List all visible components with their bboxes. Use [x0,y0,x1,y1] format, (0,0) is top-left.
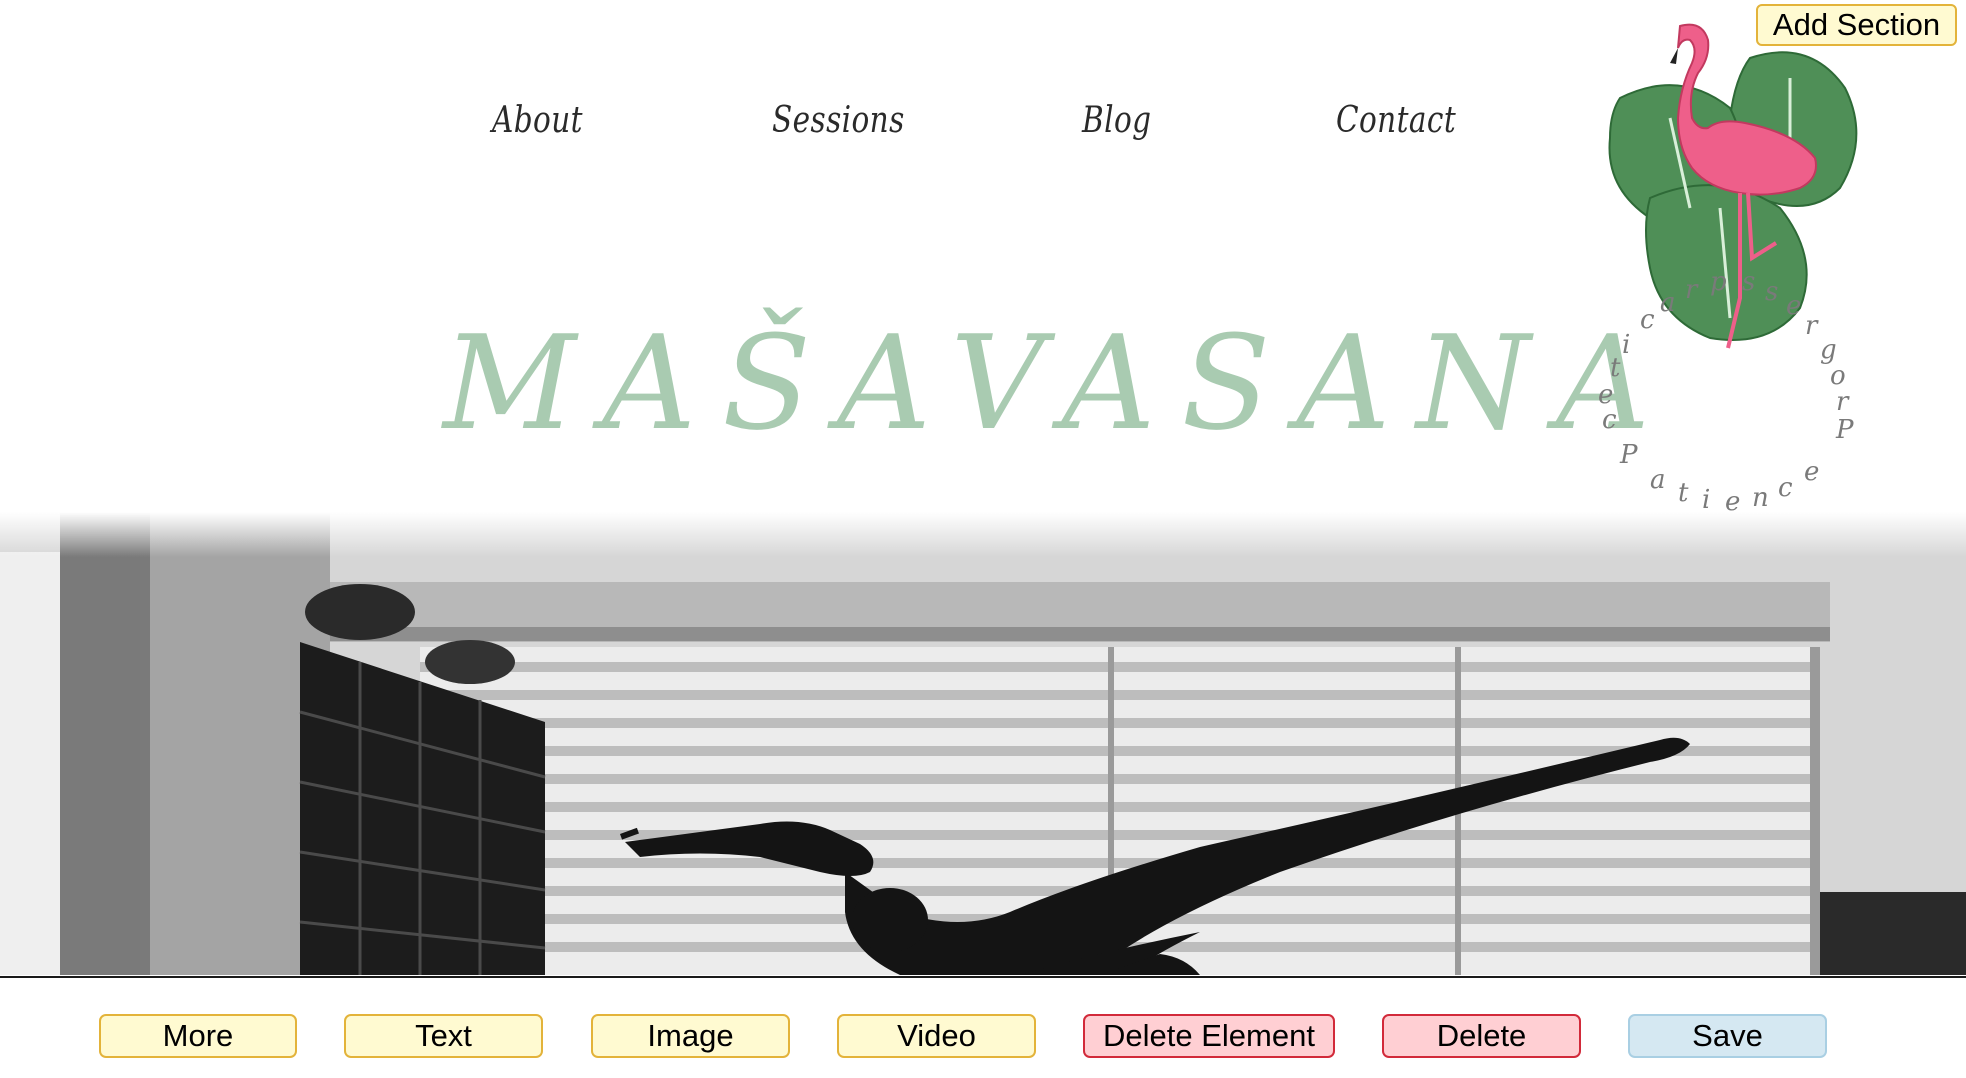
svg-text:i: i [1702,485,1710,515]
nav-link-blog[interactable]: Blog [1082,100,1151,141]
svg-text:s: s [1742,267,1755,297]
nav-link-contact[interactable]: Contact [1336,100,1456,141]
flamingo-logo-icon: c e t i c a r p P a t i e n c e s s e r [1598,23,1858,517]
add-section-button[interactable]: Add Section [1756,4,1957,46]
svg-text:n: n [1752,483,1769,513]
svg-text:c: c [1640,305,1655,335]
svg-text:P: P [1835,415,1854,445]
delete-element-button[interactable]: Delete Element [1083,1014,1335,1058]
svg-text:a: a [1650,465,1666,495]
more-button[interactable]: More [99,1014,297,1058]
add-image-button[interactable]: Image [591,1014,790,1058]
delete-button[interactable]: Delete [1382,1014,1581,1058]
nav-link-sessions[interactable]: Sessions [772,100,905,141]
svg-text:e: e [1725,487,1740,517]
svg-text:e: e [1598,380,1613,410]
svg-text:t: t [1610,353,1621,383]
svg-text:c: c [1778,473,1793,503]
add-video-button[interactable]: Video [837,1014,1036,1058]
site-title: MAŠAVASANA [443,307,1676,459]
nav-link-about[interactable]: About [492,100,583,141]
add-text-button[interactable]: Text [344,1014,543,1058]
svg-text:e: e [1804,457,1819,487]
svg-text:a: a [1660,288,1676,318]
svg-text:r: r [1836,387,1850,417]
svg-text:e: e [1786,291,1801,321]
svg-text:p: p [1710,267,1727,297]
save-button[interactable]: Save [1628,1014,1827,1058]
svg-text:r: r [1805,311,1819,341]
main-nav: About Sessions Blog Contact [0,100,1600,160]
editor-toolbar: More Text Image Video Delete Element Del… [0,976,1966,1078]
svg-text:r: r [1685,275,1699,305]
svg-text:t: t [1678,478,1689,508]
svg-text:P: P [1619,440,1638,470]
flamingo-monstera-logo: c e t i c a r p P a t i e n c e s s e r [1580,18,1880,618]
svg-text:s: s [1765,277,1778,307]
page: About Sessions Blog Contact MAŠAVASANA c… [0,0,1966,1078]
svg-text:i: i [1622,330,1630,360]
